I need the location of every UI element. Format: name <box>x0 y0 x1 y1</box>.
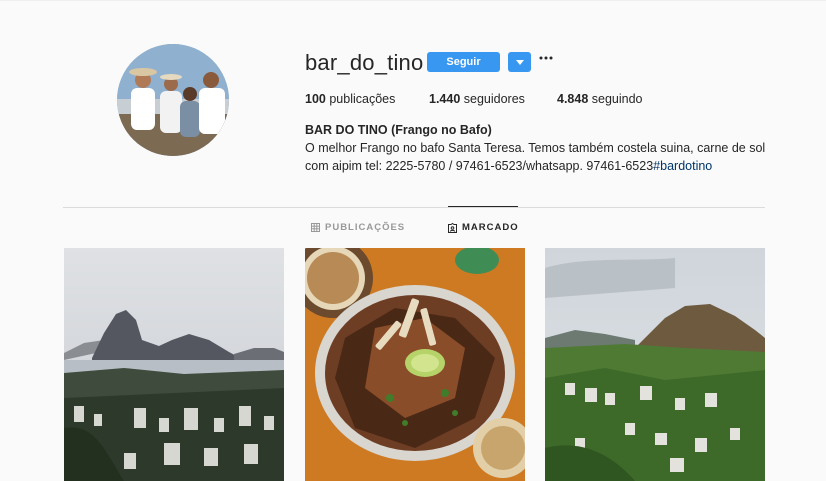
stat-following[interactable]: 4.848 seguindo <box>557 92 643 106</box>
following-count: 4.848 <box>557 92 589 106</box>
active-tab-indicator <box>448 206 518 207</box>
tab-marcado[interactable]: MARCADO <box>448 222 519 233</box>
followers-count: 1.440 <box>429 92 461 106</box>
post-thumbnail[interactable] <box>545 248 765 481</box>
grid-icon <box>311 223 320 232</box>
stat-posts: 100 publicações <box>305 92 395 106</box>
top-border <box>0 0 826 1</box>
posts-label: publicações <box>329 92 396 106</box>
caret-down-icon <box>515 59 524 65</box>
tagged-icon <box>448 222 457 233</box>
more-options-button[interactable] <box>538 50 554 64</box>
profile-full-name: BAR DO TINO (Frango no Bafo) <box>305 123 492 137</box>
posts-count: 100 <box>305 92 326 106</box>
profile-username: bar_do_tino <box>305 50 424 75</box>
sugarloaf-mountain-photo <box>64 248 284 481</box>
tab-publicacoes-label: PUBLICAÇÕES <box>325 222 406 233</box>
stat-followers[interactable]: 1.440 seguidores <box>429 92 525 106</box>
profile-bio: O melhor Frango no bafo Santa Teresa. Te… <box>305 139 775 175</box>
post-thumbnail[interactable] <box>305 248 525 481</box>
suggestions-dropdown-button[interactable] <box>508 52 531 72</box>
tabs-divider <box>63 207 765 208</box>
tab-publicacoes[interactable]: PUBLICAÇÕES <box>311 222 405 233</box>
ellipsis-icon <box>539 56 553 60</box>
tab-marcado-label: MARCADO <box>462 222 519 233</box>
post-thumbnail[interactable] <box>64 248 284 481</box>
green-hills-photo <box>545 248 765 481</box>
profile-avatar[interactable] <box>117 44 229 156</box>
following-label: seguindo <box>591 92 643 106</box>
followers-label: seguidores <box>463 92 525 106</box>
grilled-chicken-photo <box>305 248 525 481</box>
bio-hashtag-link[interactable]: #bardotino <box>653 159 712 173</box>
follow-button[interactable]: Seguir <box>427 52 500 72</box>
